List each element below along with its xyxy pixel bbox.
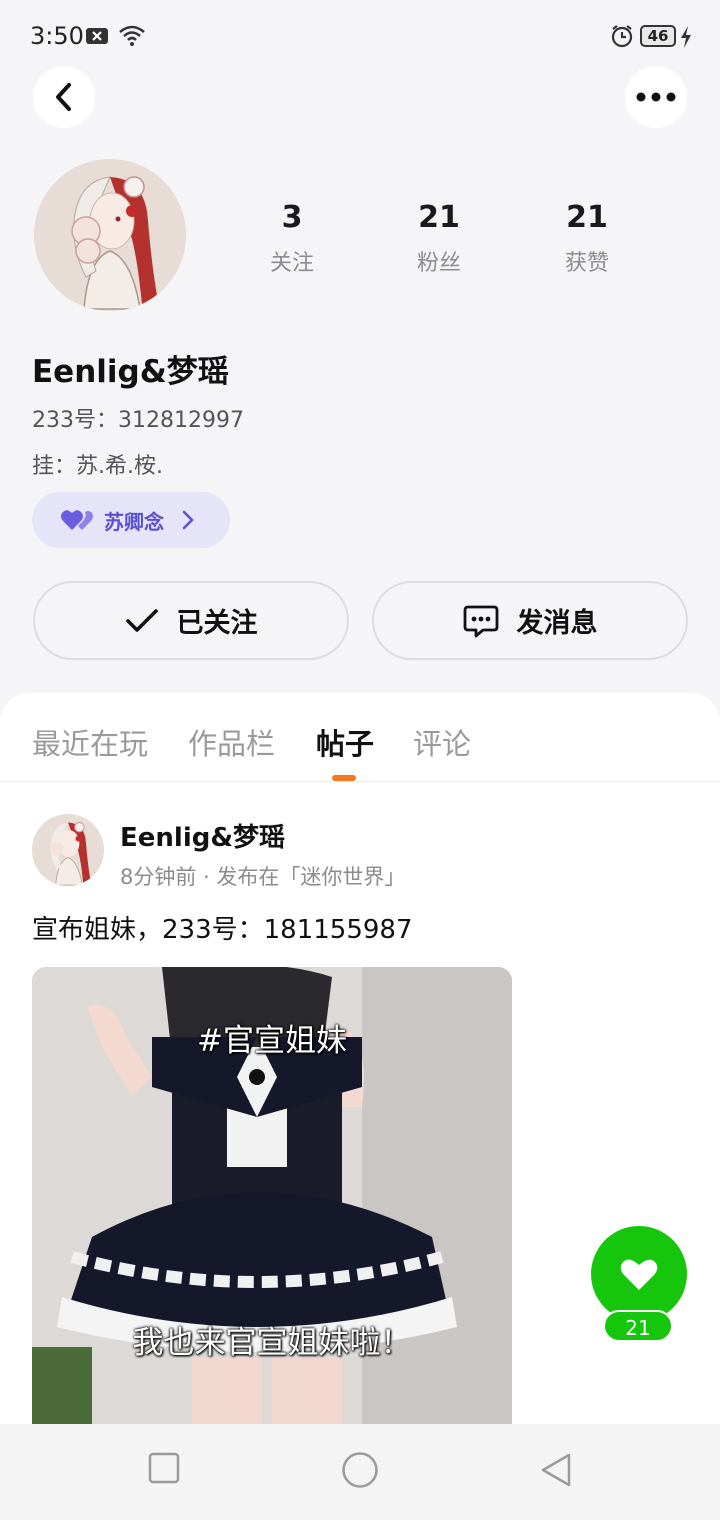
partner-chip-label: 苏卿念 — [104, 509, 164, 534]
system-nav-bar — [0, 1424, 720, 1520]
message-icon — [463, 605, 498, 637]
message-button[interactable]: 发消息 — [372, 581, 688, 660]
video-caption-bottom: 我也来官宣姐妹啦！ — [132, 1325, 412, 1361]
double-heart-icon — [61, 510, 93, 530]
likes-received-label: 获赞 — [564, 251, 609, 276]
battery-indicator: 46 — [640, 25, 676, 47]
tab-posts[interactable]: 帖子 — [316, 721, 374, 763]
profile-signature: 挂：苏.希.桉. — [32, 454, 163, 479]
profile-username: Eenlig&梦瑶 — [32, 354, 229, 390]
heart-icon — [620, 1259, 658, 1290]
post-video[interactable]: #官宣姐妹 我也来官宣姐妹啦！ — [32, 967, 512, 1424]
notification-icon — [86, 26, 110, 50]
home-icon[interactable] — [341, 1451, 379, 1489]
message-button-label: 发消息 — [516, 608, 598, 639]
tab-works[interactable]: 作品栏 — [188, 721, 275, 763]
tab-recently-played[interactable]: 最近在玩 — [32, 721, 148, 763]
back-nav-icon[interactable] — [539, 1452, 573, 1488]
alarm-icon — [610, 24, 634, 52]
like-button[interactable] — [591, 1226, 687, 1322]
back-arrow-icon — [56, 83, 71, 111]
chevron-right-icon — [182, 510, 194, 530]
wifi-icon — [118, 24, 146, 52]
likes-received-count: 21 — [566, 200, 608, 235]
follow-button[interactable]: 已关注 — [33, 581, 349, 660]
following-stat[interactable]: 3 关注 — [232, 200, 352, 277]
video-caption-top: #官宣姐妹 — [197, 1023, 347, 1059]
more-options-button[interactable] — [625, 66, 687, 128]
more-dots-icon — [636, 92, 676, 102]
check-icon — [125, 608, 158, 632]
followers-count: 21 — [418, 200, 460, 235]
profile-avatar[interactable] — [34, 159, 186, 311]
tab-divider — [0, 781, 720, 782]
post-author-name[interactable]: Eenlig&梦瑶 — [120, 817, 285, 854]
like-count: 21 — [603, 1310, 673, 1342]
following-count: 3 — [281, 200, 303, 235]
post-text: 宣布姐妹，233号：181155987 — [32, 915, 413, 945]
post-author-avatar[interactable] — [32, 814, 104, 886]
recent-apps-icon[interactable] — [148, 1452, 180, 1484]
tab-comments[interactable]: 评论 — [413, 721, 471, 763]
back-button[interactable] — [33, 66, 95, 128]
followers-label: 粉丝 — [416, 251, 461, 276]
status-bar: 3:50 46 — [0, 0, 720, 72]
likes-stat[interactable]: 21 获赞 — [527, 200, 647, 277]
follow-button-label: 已关注 — [176, 608, 258, 639]
partner-chip[interactable]: 苏卿念 — [32, 492, 230, 548]
post-meta: 8分钟前 · 发布在「迷你世界」 — [120, 865, 406, 889]
followers-stat[interactable]: 21 粉丝 — [379, 200, 499, 277]
profile-id: 233号：312812997 — [32, 408, 244, 433]
status-time: 3:50 — [30, 22, 84, 50]
following-label: 关注 — [269, 251, 314, 276]
charging-icon — [680, 26, 692, 52]
